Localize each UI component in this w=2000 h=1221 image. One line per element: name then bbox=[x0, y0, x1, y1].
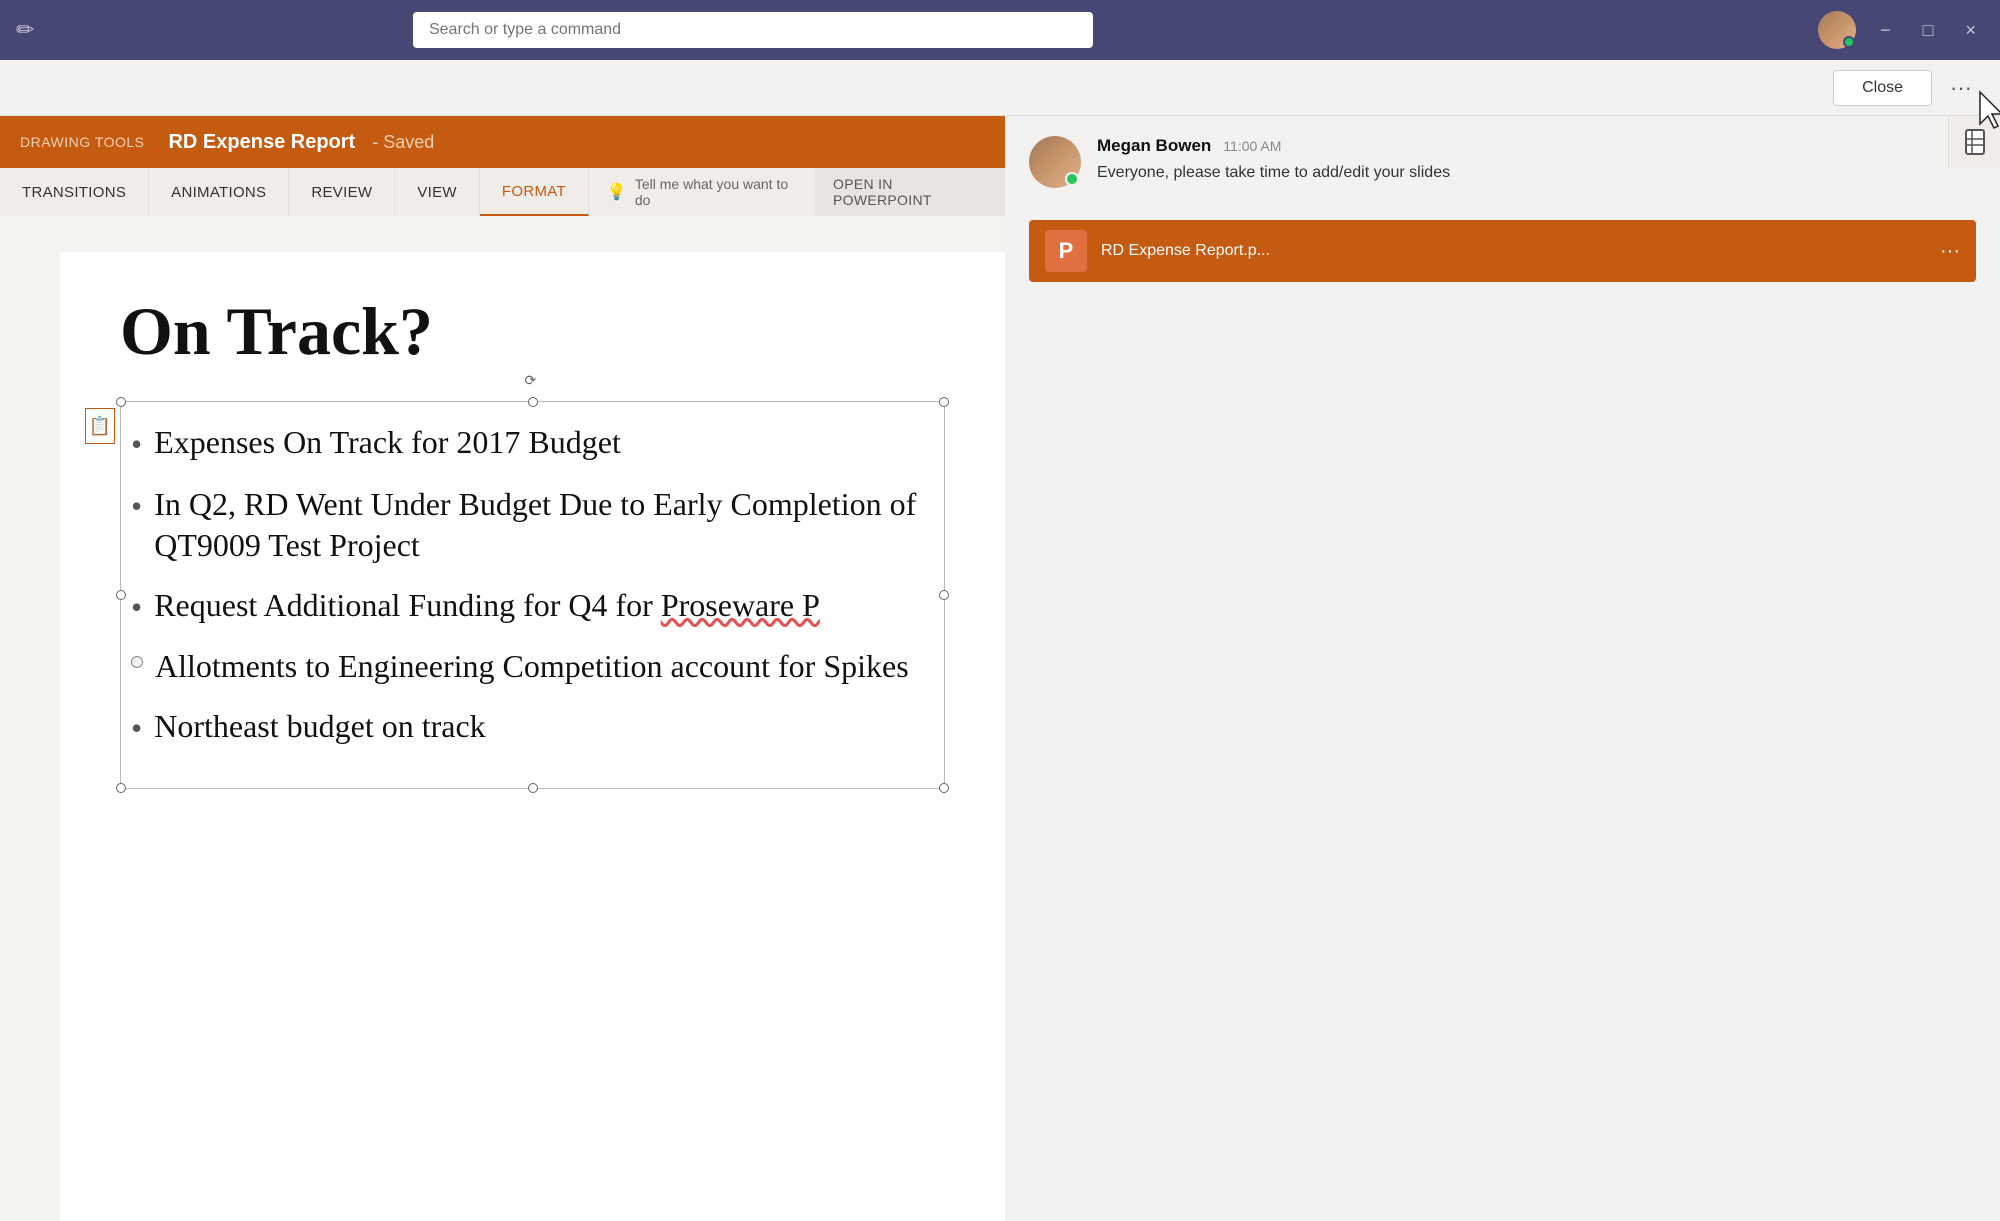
ribbon-tabs: TRANSITIONS ANIMATIONS REVIEW VIEW FORMA… bbox=[0, 168, 1005, 216]
bullet-text-1: Expenses On Track for 2017 Budget bbox=[154, 422, 621, 464]
ppt-file-title: RD Expense Report bbox=[168, 131, 355, 154]
avatar[interactable] bbox=[1818, 11, 1856, 49]
more-options-button[interactable]: ··· bbox=[1942, 71, 1980, 105]
tab-transitions[interactable]: TRANSITIONS bbox=[0, 168, 149, 216]
lightbulb-icon: 💡 bbox=[607, 182, 627, 202]
slide-textbox[interactable]: ⟳ 📋 • Expenses On Track for 2017 Budget … bbox=[120, 401, 945, 789]
teams-panel: Megan Bowen 11:00 AM Everyone, please ta… bbox=[1005, 116, 2000, 1221]
bookmark-svg bbox=[1964, 129, 1986, 155]
drawing-tools-label: DRAWING TOOLS bbox=[20, 134, 144, 150]
avatar-status-indicator bbox=[1843, 36, 1855, 48]
handle-bl bbox=[116, 783, 126, 793]
rotate-handle[interactable]: ⟳ bbox=[525, 372, 541, 388]
handle-tr bbox=[939, 397, 949, 407]
handle-br bbox=[939, 783, 949, 793]
bullet-text-2: In Q2, RD Went Under Budget Due to Early… bbox=[154, 484, 924, 567]
maximize-button[interactable]: □ bbox=[1915, 16, 1942, 45]
bullet-dot-1: • bbox=[131, 424, 142, 466]
bullet-dot-3: • bbox=[131, 587, 142, 629]
chat-body: Megan Bowen 11:00 AM Everyone, please ta… bbox=[1097, 136, 1976, 184]
title-dash: - bbox=[367, 132, 383, 153]
open-in-powerpoint-button[interactable]: OPEN IN POWERPOINT bbox=[815, 168, 1005, 216]
slide-content: On Track? ⟳ 📋 • Expenses On Track for 20… bbox=[60, 252, 1005, 1221]
tab-bar: Close ··· bbox=[0, 60, 2000, 116]
file-more-options[interactable]: ··· bbox=[1940, 240, 1960, 263]
bullet-text-4: Allotments to Engineering Competition ac… bbox=[155, 646, 909, 688]
slide-bullet-4: Allotments to Engineering Competition ac… bbox=[131, 646, 924, 688]
slide-area: On Track? ⟳ 📋 • Expenses On Track for 20… bbox=[0, 212, 1005, 1221]
tab-animations[interactable]: ANIMATIONS bbox=[149, 168, 289, 216]
underline-proseware: Proseware P bbox=[661, 587, 820, 623]
sidebar-bookmark-icon[interactable] bbox=[1948, 116, 2000, 168]
minimize-button[interactable]: − bbox=[1872, 16, 1899, 45]
tab-format[interactable]: FORMAT bbox=[480, 168, 589, 216]
chat-timestamp: 11:00 AM bbox=[1223, 138, 1281, 154]
tell-me-label: Tell me what you want to do bbox=[635, 176, 797, 208]
close-button[interactable]: Close bbox=[1833, 70, 1932, 106]
chat-avatar-status bbox=[1065, 172, 1079, 186]
slide-bullet-1: • Expenses On Track for 2017 Budget bbox=[131, 422, 924, 466]
slide-bullet-5: • Northeast budget on track bbox=[131, 706, 924, 750]
handle-ml bbox=[116, 590, 126, 600]
file-attachment-name: RD Expense Report.p... bbox=[1101, 242, 1926, 260]
handle-mr bbox=[939, 590, 949, 600]
bullet-text-5: Northeast budget on track bbox=[154, 706, 485, 748]
chat-header: Megan Bowen 11:00 AM bbox=[1097, 136, 1976, 156]
ribbon-area: DRAWING TOOLS RD Expense Report - Saved … bbox=[0, 116, 1005, 216]
chat-avatar bbox=[1029, 136, 1081, 188]
tab-review[interactable]: REVIEW bbox=[289, 168, 395, 216]
chat-message: Megan Bowen 11:00 AM Everyone, please ta… bbox=[1005, 116, 2000, 208]
slide-bullet-2: • In Q2, RD Went Under Budget Due to Ear… bbox=[131, 484, 924, 567]
title-bar-controls: − □ × bbox=[1818, 11, 1984, 49]
handle-tl bbox=[116, 397, 126, 407]
edit-icon[interactable]: ✏ bbox=[16, 17, 34, 43]
tab-view[interactable]: VIEW bbox=[395, 168, 480, 216]
tell-me-bar[interactable]: 💡 Tell me what you want to do bbox=[589, 168, 815, 216]
ppt-title-bar: DRAWING TOOLS RD Expense Report - Saved bbox=[0, 116, 1005, 168]
handle-bm bbox=[528, 783, 538, 793]
paste-icon[interactable]: 📋 bbox=[85, 408, 115, 444]
bullet-text-3: Request Additional Funding for Q4 for Pr… bbox=[154, 585, 820, 627]
tab-bar-actions: Close ··· bbox=[1833, 70, 1980, 106]
ppt-saved-label: Saved bbox=[383, 132, 434, 153]
handle-tm bbox=[528, 397, 538, 407]
bullet-circle-4 bbox=[131, 656, 143, 668]
chat-message-text: Everyone, please take time to add/edit y… bbox=[1097, 162, 1976, 184]
slide-bullet-3: • Request Additional Funding for Q4 for … bbox=[131, 585, 924, 629]
title-bar: ✏ − □ × bbox=[0, 0, 2000, 60]
bullet-dot-2: • bbox=[131, 486, 142, 528]
file-powerpoint-icon: P bbox=[1045, 230, 1087, 272]
file-attachment[interactable]: P RD Expense Report.p... ··· bbox=[1029, 220, 1976, 282]
window-close-button[interactable]: × bbox=[1957, 16, 1984, 45]
search-input[interactable] bbox=[429, 21, 1077, 39]
chat-sender-name: Megan Bowen bbox=[1097, 136, 1211, 156]
slide-title: On Track? bbox=[120, 292, 945, 371]
search-bar[interactable] bbox=[413, 12, 1093, 48]
bullet-dot-5: • bbox=[131, 708, 142, 750]
